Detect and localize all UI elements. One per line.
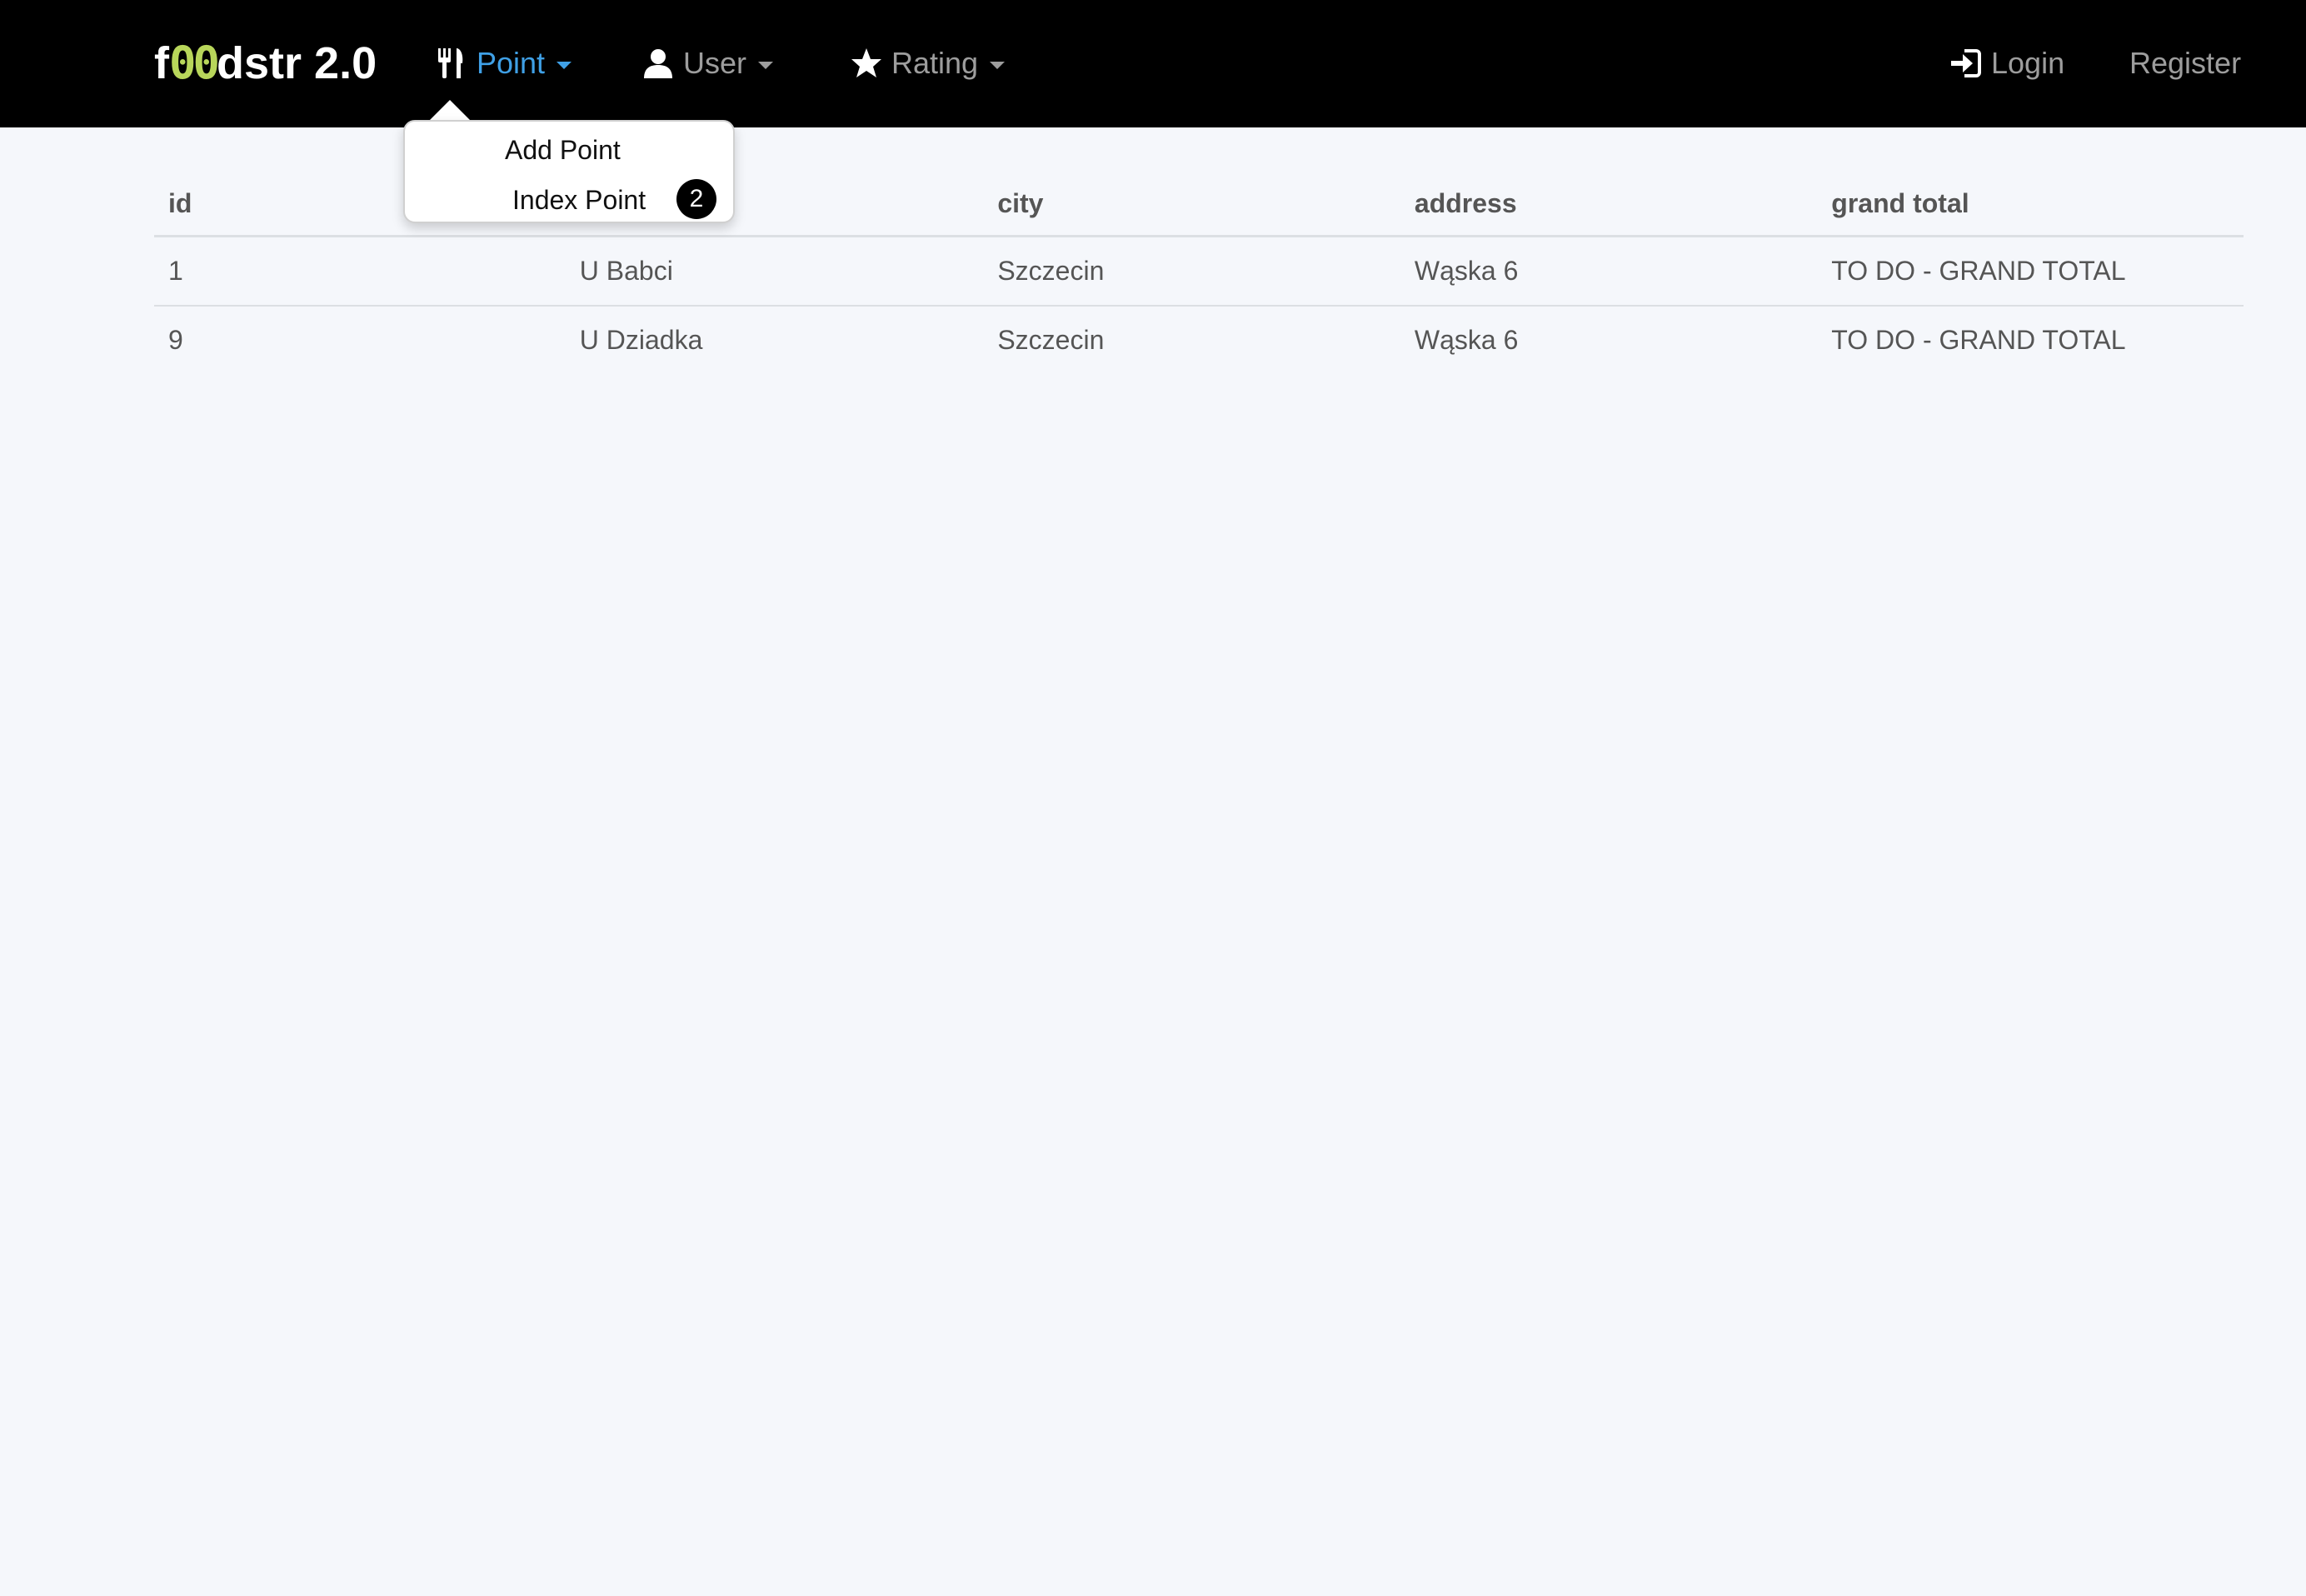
brand-logo[interactable]: f00dstr 2.0 [154,33,377,93]
cell-city: Szczecin [997,325,1105,355]
brand-prefix: f [154,38,169,88]
column-header-grand-total: grand total [1817,172,2244,237]
count-badge: 2 [676,179,716,219]
chevron-down-icon [758,61,774,69]
cell-id: 1 [154,236,566,307]
cell-name: U Babci [565,236,984,307]
cell-address: Wąska 6 [1400,236,1818,307]
column-header-address: address [1400,172,1818,237]
column-header-city: city [983,172,1400,237]
chevron-down-icon [990,61,1006,69]
cell-grand-total: TO DO - GRAND TOTAL [1831,325,2126,355]
table-row[interactable]: 1 U Babci Szczecin Wąska 6 TO DO - GRAND… [154,236,2244,307]
nav-rating-menu[interactable]: Rating [850,33,1006,93]
nav-point-menu[interactable]: Point [435,33,572,93]
nav-user-menu[interactable]: User [641,33,774,93]
cell-city: Szczecin [983,236,1400,307]
menu-item-add-point[interactable]: Add Point [505,132,621,168]
nav-point-label: Point [477,46,546,80]
login-link[interactable]: Login [1949,33,2064,93]
cell-address: Wąska 6 [1414,325,1519,355]
brand-suffix: dstr 2.0 [217,38,377,88]
menu-item-index-point[interactable]: Index Point [512,182,646,218]
user-icon [641,47,675,80]
chevron-down-icon [557,61,572,69]
brand-zeros: 00 [168,37,220,89]
login-icon [1949,47,1983,80]
star-icon [850,47,883,80]
login-label: Login [1991,46,2065,80]
top-navbar: f00dstr 2.0 Point User Rating Login Regi… [0,0,2306,127]
dropdown-pointer [428,100,472,122]
register-label: Register [2129,46,2242,80]
nav-user-label: User [683,46,747,80]
register-link[interactable]: Register [2129,33,2241,93]
point-dropdown-menu: Add Point Index Point 2 [403,120,735,223]
cell-name: U Dziadka [579,325,703,355]
nav-rating-label: Rating [891,46,979,80]
table-row[interactable]: 9 U Dziadka Szczecin Wąska 6 TO DO - GRA… [154,306,2244,374]
cutlery-icon [435,47,468,80]
cell-id: 9 [168,325,183,355]
cell-grand-total: TO DO - GRAND TOTAL [1817,236,2244,307]
